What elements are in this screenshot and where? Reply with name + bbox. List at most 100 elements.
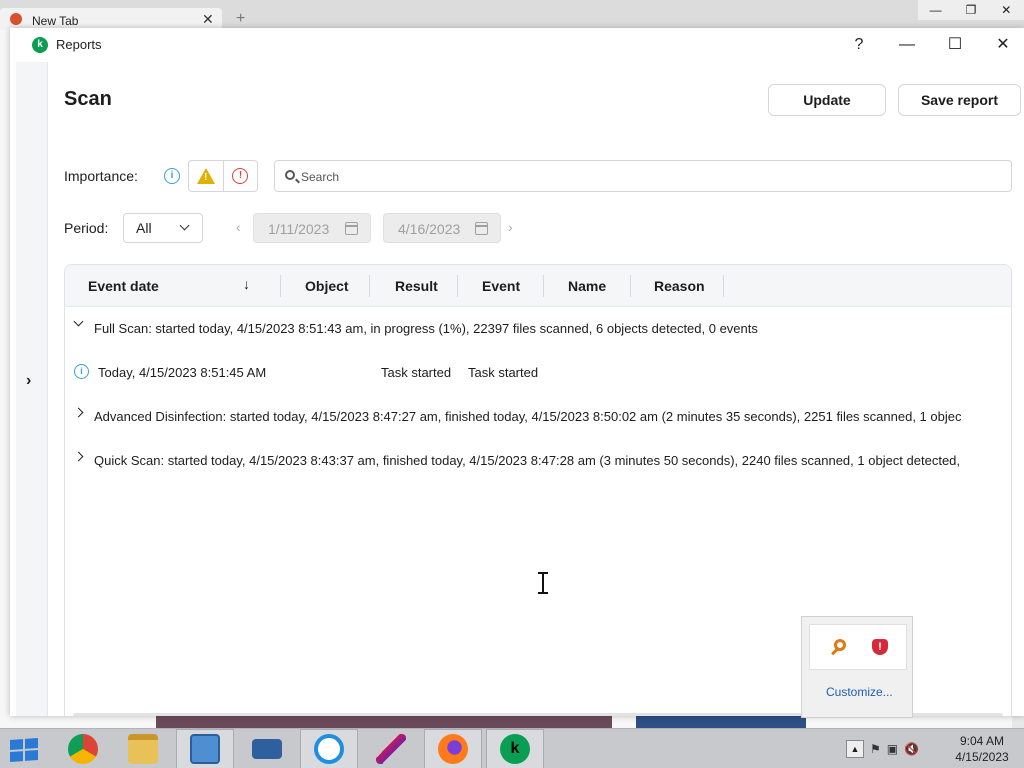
group-summary-text: Full Scan: started today, 4/15/2023 8:51… xyxy=(94,321,758,336)
taskbar-firefox[interactable] xyxy=(424,729,482,768)
search-input[interactable] xyxy=(301,167,1001,187)
start-button[interactable] xyxy=(0,729,50,768)
background-strip xyxy=(156,716,612,728)
browser-close-button[interactable]: ✕ xyxy=(989,0,1024,20)
date-to-value: 4/16/2023 xyxy=(398,221,461,237)
internet-explorer-icon xyxy=(314,734,344,764)
taskbar-chrome[interactable] xyxy=(54,729,112,768)
column-divider[interactable] xyxy=(369,275,370,297)
kaspersky-icon: k xyxy=(500,734,530,764)
calendar-icon xyxy=(345,222,358,235)
kaspersky-logo-icon: k xyxy=(32,37,48,53)
resize-cursor-icon xyxy=(538,572,548,594)
table-row-group[interactable]: Advanced Disinfection: started today, 4/… xyxy=(65,395,1011,439)
network-icon[interactable]: ▣ xyxy=(887,742,898,756)
key-icon[interactable] xyxy=(834,639,846,651)
column-divider[interactable] xyxy=(457,275,458,297)
importance-warning-toggle[interactable]: ! xyxy=(189,161,223,191)
browser-window-controls: — ❐ ✕ xyxy=(918,0,1024,20)
tray-icons-area: ! xyxy=(809,624,907,670)
date-from-value: 1/11/2023 xyxy=(268,221,330,237)
date-prev-icon[interactable]: ‹ xyxy=(236,219,241,235)
search-box xyxy=(274,160,1012,192)
tray-overflow-popup: ! Customize... xyxy=(801,616,913,718)
error-icon: ! xyxy=(232,168,249,184)
sidebar-expand-icon[interactable]: › xyxy=(26,372,31,390)
event-date-cell: Today, 4/15/2023 8:51:45 AM xyxy=(98,365,267,380)
browser-tab[interactable]: New Tab ✕ xyxy=(0,8,222,30)
volume-muted-icon[interactable]: 🔇 xyxy=(904,742,919,756)
keyboard-icon xyxy=(252,739,282,759)
browser-tab-title: New Tab xyxy=(32,14,79,28)
column-reason[interactable]: Reason xyxy=(654,278,705,294)
column-divider[interactable] xyxy=(630,275,631,297)
update-button[interactable]: Update xyxy=(768,84,886,116)
firefox-icon xyxy=(438,734,468,764)
period-label: Period: xyxy=(64,220,109,236)
importance-info-icon[interactable]: i xyxy=(164,168,180,184)
chrome-icon xyxy=(68,734,98,764)
importance-toggle-group: ! ! xyxy=(188,160,258,192)
sidebar: › xyxy=(16,62,48,716)
window-titlebar: k Reports ? — ☐ ✕ xyxy=(10,28,1024,62)
taskbar-file-explorer[interactable] xyxy=(114,729,172,768)
expand-chevron-icon[interactable] xyxy=(73,407,84,418)
taskbar-internet-explorer[interactable] xyxy=(300,729,358,768)
help-button[interactable]: ? xyxy=(836,32,882,58)
taskbar-kaspersky[interactable]: k xyxy=(486,729,544,768)
browser-tab-favicon-icon xyxy=(10,13,22,25)
browser-tab-strip: New Tab ✕ + — ❐ ✕ xyxy=(0,0,1024,30)
column-object[interactable]: Object xyxy=(305,278,349,294)
taskbar-on-screen-keyboard[interactable] xyxy=(238,729,296,768)
kaspersky-alert-icon[interactable]: ! xyxy=(872,639,888,655)
column-name[interactable]: Name xyxy=(568,278,606,294)
table-row-group[interactable]: Full Scan: started today, 4/15/2023 8:51… xyxy=(65,307,1011,351)
taskbar: k ▲ ⚑ ▣ 🔇 9:04 AM 4/15/2023 xyxy=(0,728,1024,768)
close-button[interactable]: ✕ xyxy=(980,32,1024,58)
period-select-value: All xyxy=(136,220,152,236)
collapse-chevron-icon[interactable] xyxy=(73,316,84,327)
table-row-group[interactable]: Quick Scan: started today, 4/15/2023 8:4… xyxy=(65,439,1011,483)
warning-icon: ! xyxy=(196,168,215,184)
column-divider[interactable] xyxy=(543,275,544,297)
browser-tab-close-icon[interactable]: ✕ xyxy=(202,11,214,28)
column-event[interactable]: Event xyxy=(482,278,520,294)
action-center-flag-icon[interactable]: ⚑ xyxy=(870,742,881,756)
control-panel-icon xyxy=(190,734,220,764)
expand-chevron-icon[interactable] xyxy=(73,451,84,462)
chevron-down-icon xyxy=(179,220,190,231)
column-event-date[interactable]: Event date xyxy=(88,278,159,294)
browser-minimize-button[interactable]: — xyxy=(918,0,953,20)
minimize-button[interactable]: — xyxy=(884,32,930,58)
maximize-button[interactable]: ☐ xyxy=(932,32,978,58)
importance-error-toggle[interactable]: ! xyxy=(222,161,257,191)
system-tray: ▲ ⚑ ▣ 🔇 xyxy=(846,729,919,768)
importance-label: Importance: xyxy=(64,168,138,184)
period-select[interactable]: All xyxy=(123,213,203,243)
date-next-icon[interactable]: › xyxy=(508,219,513,235)
clock-time: 9:04 AM xyxy=(959,734,1005,748)
date-from-field[interactable]: 1/11/2023 xyxy=(253,213,371,243)
browser-restore-button[interactable]: ❐ xyxy=(953,0,988,20)
feather-icon xyxy=(376,734,406,764)
taskbar-control-panel[interactable] xyxy=(176,729,234,768)
customize-link[interactable]: Customize... xyxy=(826,685,893,699)
windows-logo-icon xyxy=(10,738,38,762)
reports-window: k Reports ? — ☐ ✕ › Scan Update Save rep… xyxy=(10,28,1024,716)
page-title: Scan xyxy=(64,88,112,110)
save-report-button[interactable]: Save report xyxy=(898,84,1021,116)
date-to-field[interactable]: 4/16/2023 xyxy=(383,213,501,243)
column-result[interactable]: Result xyxy=(395,278,438,294)
table-row[interactable]: i Today, 4/15/2023 8:51:45 AM Task start… xyxy=(65,351,1011,395)
sort-descending-icon[interactable]: ↓ xyxy=(243,276,250,292)
event-cell: Task started xyxy=(468,365,539,380)
column-divider[interactable] xyxy=(723,275,724,297)
background-strip xyxy=(636,716,806,728)
system-clock[interactable]: 9:04 AM 4/15/2023 xyxy=(950,733,1014,765)
show-hidden-icons-button[interactable]: ▲ xyxy=(846,740,864,758)
taskbar-feather-app[interactable] xyxy=(362,729,420,768)
info-icon: i xyxy=(74,364,89,379)
new-tab-icon[interactable]: + xyxy=(236,10,245,28)
column-divider[interactable] xyxy=(280,275,281,297)
folder-icon xyxy=(128,734,158,764)
